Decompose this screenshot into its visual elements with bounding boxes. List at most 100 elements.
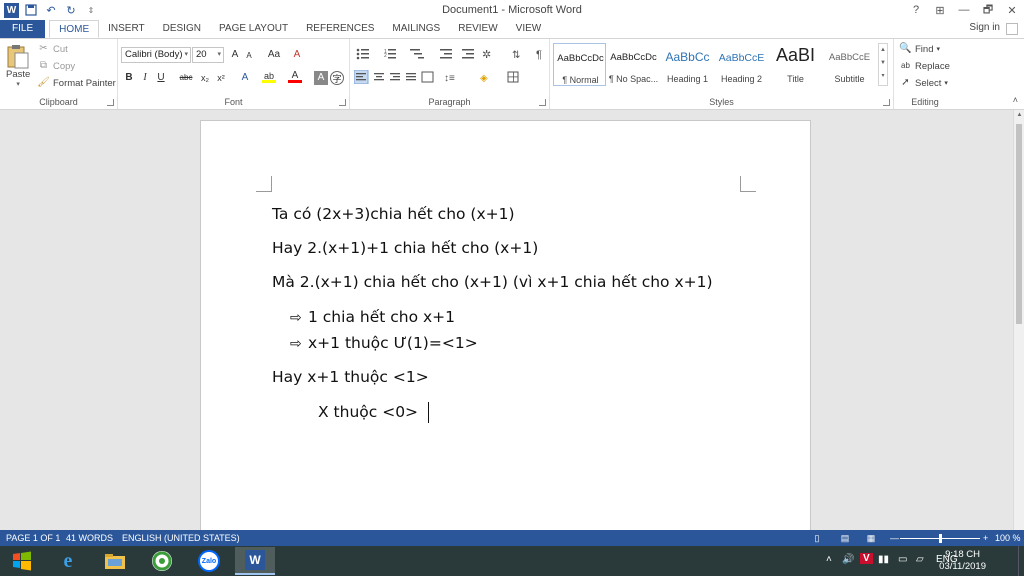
show-desktop-button[interactable]	[1018, 546, 1024, 576]
zoom-level[interactable]: 100 %	[995, 533, 1021, 543]
taskbar-word[interactable]: W	[235, 547, 275, 575]
font-size-select[interactable]: 20 ▾	[192, 47, 224, 63]
style-heading-2[interactable]: AaBbCcE Heading 2	[715, 43, 768, 86]
enclose-characters-button[interactable]: 字	[330, 71, 344, 85]
document-bullet-line[interactable]: ⇨ x+1 thuộc Ư(1)=<1>	[290, 334, 478, 352]
styles-launcher-icon[interactable]	[883, 99, 890, 106]
style-normal[interactable]: AaBbCcDc ¶ Normal	[553, 43, 606, 86]
document-line[interactable]: Hay x+1 thuộc <1>	[272, 368, 429, 386]
document-line[interactable]: Mà 2.(x+1) chia hết cho (x+1) (vì x+1 ch…	[272, 273, 713, 291]
taskbar-ie[interactable]: e	[48, 547, 88, 575]
zoom-out-button[interactable]: —	[890, 533, 899, 543]
tab-design[interactable]: DESIGN	[154, 20, 210, 38]
zoom-slider-thumb[interactable]	[939, 534, 942, 543]
tab-insert[interactable]: INSERT	[99, 20, 154, 38]
select-button[interactable]: ➚ Select ▾	[899, 77, 948, 89]
ribbon-tabs: FILE HOME INSERT DESIGN PAGE LAYOUT REFE…	[0, 20, 1024, 38]
underline-button[interactable]: U	[154, 71, 168, 85]
word-count[interactable]: 41 WORDS	[66, 533, 113, 543]
shrink-font-button[interactable]: A	[242, 49, 256, 63]
style-no-spacing[interactable]: AaBbCcDc ¶ No Spac...	[607, 43, 660, 86]
tab-page-layout[interactable]: PAGE LAYOUT	[210, 20, 297, 38]
paste-dropdown-icon[interactable]: ▾	[16, 80, 20, 88]
styles-group: AaBbCcDc ¶ Normal AaBbCcDc ¶ No Spac... …	[550, 39, 894, 109]
sign-in-link[interactable]: Sign in	[969, 22, 1000, 33]
text-cursor	[428, 402, 429, 423]
document-line[interactable]: Hay 2.(x+1)+1 chia hết cho (x+1)	[272, 239, 538, 257]
collapse-ribbon-icon[interactable]: ˄	[1013, 95, 1018, 105]
font-launcher-icon[interactable]	[339, 99, 346, 106]
find-button[interactable]: 🔍 Find ▾	[899, 43, 940, 55]
margin-corner-mark	[256, 176, 272, 192]
tab-review[interactable]: REVIEW	[449, 20, 506, 38]
font-name-select[interactable]: Calibri (Body) ▾	[121, 47, 191, 63]
replace-label: Replace	[915, 60, 950, 72]
clipboard-launcher-icon[interactable]	[107, 99, 114, 106]
paste-button[interactable]: Paste ▾	[6, 43, 30, 88]
web-layout-icon[interactable]: ▦	[866, 533, 876, 543]
page-count[interactable]: PAGE 1 OF 1	[6, 533, 60, 543]
document-line[interactable]: Ta có (2x+3)chia hết cho (x+1)	[272, 205, 515, 223]
paragraph-row2-icons[interactable]: ↕≡ ◈	[354, 70, 544, 84]
taskbar-zalo[interactable]: Zalo	[189, 547, 229, 575]
action-center-icon[interactable]: ▱	[916, 554, 924, 565]
scroll-thumb[interactable]	[1016, 124, 1022, 324]
italic-button[interactable]: I	[138, 71, 152, 85]
styles-gallery-scroll[interactable]: ▲ ▼ ▾	[878, 43, 888, 86]
superscript-button[interactable]: x²	[214, 71, 228, 85]
style-heading-1[interactable]: AaBbCc Heading 1	[661, 43, 714, 86]
tab-references[interactable]: REFERENCES	[297, 20, 383, 38]
clear-formatting-button[interactable]: A	[290, 48, 304, 62]
vpn-icon[interactable]: V	[860, 553, 873, 564]
replace-button[interactable]: ab Replace	[899, 60, 950, 72]
tab-mailings[interactable]: MAILINGS	[383, 20, 449, 38]
cut-button[interactable]: ✂ Cut	[37, 43, 68, 55]
network-icon[interactable]: ▮▮	[878, 554, 889, 565]
battery-icon[interactable]: ▭	[898, 554, 907, 565]
minimize-button[interactable]: —	[952, 0, 976, 20]
zoom-in-button[interactable]: +	[983, 533, 988, 543]
document-page[interactable]: Ta có (2x+3)chia hết cho (x+1) Hay 2.(x+…	[200, 120, 811, 530]
scroll-up-icon[interactable]: ▲	[1014, 110, 1024, 121]
document-bullet-line[interactable]: ⇨ 1 chia hết cho x+1	[290, 308, 455, 326]
zalo-icon: Zalo	[198, 550, 220, 572]
style-subtitle[interactable]: AaBbCcE Subtitle	[823, 43, 876, 86]
grow-font-button[interactable]: A	[228, 48, 242, 62]
strikethrough-button[interactable]: abc	[176, 71, 196, 85]
help-button[interactable]: ?	[904, 0, 928, 20]
read-mode-icon[interactable]: ▯	[812, 533, 822, 543]
paragraph-row1-icons[interactable]: 12 ✲ ⇅ ¶	[354, 47, 544, 61]
font-color-button[interactable]: A	[288, 69, 302, 83]
character-shading-button[interactable]: A	[314, 71, 328, 85]
close-button[interactable]: ✕	[1000, 0, 1024, 20]
language-status[interactable]: ENGLISH (UNITED STATES)	[122, 533, 240, 543]
tab-view[interactable]: VIEW	[507, 20, 551, 38]
style-name: ¶ No Spac...	[608, 74, 659, 84]
subscript-button[interactable]: x₂	[198, 71, 212, 85]
show-hidden-icons[interactable]: ˄	[826, 554, 832, 565]
clipboard-group: Paste ▾ ✂ Cut ⧉ Copy 🖌 Format Painter Cl…	[0, 39, 118, 109]
ribbon-display-options-button[interactable]: ⊞	[928, 0, 952, 20]
document-line[interactable]: X thuộc <0>	[318, 403, 418, 421]
tab-home[interactable]: HOME	[49, 20, 100, 38]
system-clock[interactable]: 9:18 CH 03/11/2019	[939, 549, 986, 573]
vertical-scrollbar[interactable]: ▲	[1013, 110, 1024, 530]
maximize-button[interactable]: 🗗	[976, 0, 1000, 20]
style-name: Subtitle	[834, 74, 865, 84]
paragraph-launcher-icon[interactable]	[539, 99, 546, 106]
volume-icon[interactable]: 🔊	[842, 554, 854, 565]
word-icon: W	[245, 550, 265, 570]
account-avatar[interactable]	[1006, 23, 1018, 35]
copy-button[interactable]: ⧉ Copy	[37, 60, 75, 72]
text-effects-button[interactable]: A	[238, 71, 252, 85]
tab-file[interactable]: FILE	[0, 20, 46, 38]
taskbar-coccoc[interactable]	[142, 547, 182, 575]
style-title[interactable]: AaBI Title	[769, 43, 822, 86]
highlight-button[interactable]: ab	[262, 69, 276, 83]
taskbar-file-explorer[interactable]	[95, 547, 135, 575]
format-painter-button[interactable]: 🖌 Format Painter	[37, 77, 116, 89]
start-button[interactable]	[2, 547, 42, 575]
change-case-button[interactable]: Aa	[264, 48, 284, 62]
print-layout-icon[interactable]: ▤	[840, 533, 850, 543]
bold-button[interactable]: B	[122, 71, 136, 85]
